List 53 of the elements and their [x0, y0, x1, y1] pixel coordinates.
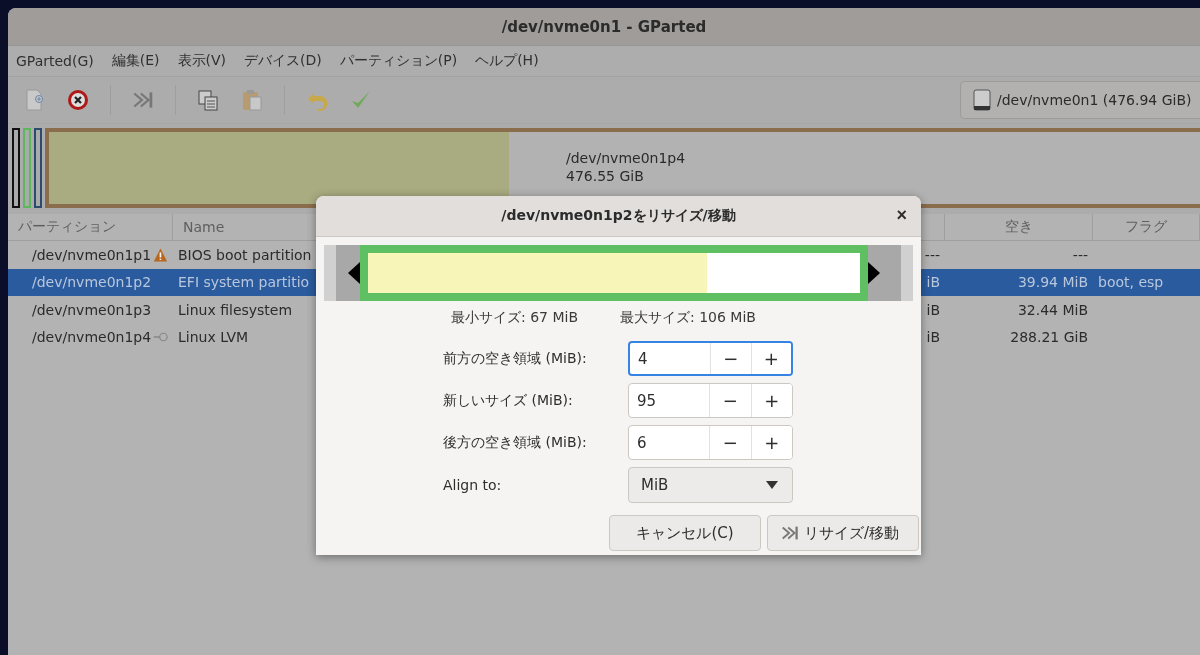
warning-icon — [153, 246, 168, 263]
table-cell: 39.94 MiB — [1017, 274, 1088, 291]
increment-button[interactable]: + — [750, 343, 791, 374]
increment-button[interactable]: + — [750, 426, 792, 459]
resize-move-button[interactable]: リサイズ/移動 — [767, 515, 919, 551]
copy-icon[interactable] — [196, 88, 220, 112]
table-cell: iB — [926, 301, 940, 318]
partition-block[interactable] — [12, 128, 20, 208]
table-cell: Linux filesystem — [178, 301, 293, 318]
menu-item[interactable]: デバイス(D) — [244, 52, 322, 70]
table-cell: BIOS boot partition — [178, 246, 312, 263]
table-cell: /dev/nvme0n1p3 — [32, 301, 152, 318]
table-cell: --- — [924, 246, 940, 263]
table-cell: /dev/nvme0n1p1 — [32, 246, 152, 263]
menu-item[interactable]: GParted(G) — [16, 53, 94, 69]
dialog-title: /dev/nvme0n1p2をリサイズ/移動 — [501, 207, 736, 225]
table-cell: /dev/nvme0n1p4 — [32, 329, 152, 346]
paste-icon[interactable] — [240, 88, 264, 112]
partition-block[interactable] — [34, 128, 42, 208]
spin-field[interactable]: 6 − + — [628, 425, 793, 460]
table-cell: EFI system partitio — [178, 274, 310, 291]
spin-field[interactable]: 95 − + — [628, 383, 793, 418]
number-field[interactable]: 95 — [629, 384, 709, 417]
spin-field[interactable]: 4 − + — [628, 341, 793, 376]
menu-item[interactable]: 編集(E) — [111, 52, 160, 70]
table-cell: boot, esp — [1098, 274, 1164, 291]
delete-icon[interactable] — [66, 88, 90, 112]
table-cell: /dev/nvme0n1p2 — [32, 274, 152, 291]
close-button[interactable]: × — [896, 205, 907, 226]
cancel-button[interactable]: キャンセル(C) — [609, 515, 761, 551]
menu-item[interactable]: 表示(V) — [177, 52, 227, 70]
partition-block[interactable]: /dev/nvme0n1p4 476.55 GiB — [45, 128, 1200, 208]
partition-name: /dev/nvme0n1p4 — [566, 150, 686, 166]
menu-item[interactable]: パーティション(P) — [339, 52, 458, 70]
device-selector[interactable]: /dev/nvme0n1 (476.94 GiB) — [960, 81, 1200, 119]
menu-item[interactable]: ヘルプ(H) — [475, 52, 539, 70]
table-row[interactable]: /dev/nvme0n1p1 BIOS boot partition --- --- — [8, 241, 1200, 269]
dropdown-arrow-icon — [766, 481, 778, 489]
partition-size: 476.55 GiB — [566, 168, 645, 184]
increment-button[interactable]: + — [750, 384, 792, 417]
align-dropdown[interactable]: MiB — [628, 467, 793, 503]
table-cell: Linux LVM — [178, 329, 249, 346]
window-title: /dev/nvme0n1 - GParted — [8, 8, 1200, 46]
table-cell: 32.44 MiB — [1017, 301, 1088, 318]
field-label: 前方の空き領域 (MiB): — [442, 349, 588, 368]
field-label: 新しいサイズ (MiB): — [442, 391, 574, 410]
number-field[interactable]: 6 — [629, 426, 709, 459]
table-cell: iB — [926, 329, 940, 346]
table-cell: 288.21 GiB — [1010, 329, 1088, 346]
field-label: Align to: — [442, 477, 503, 493]
field-label: 後方の空き領域 (MiB): — [442, 433, 588, 452]
table-cell: --- — [1072, 246, 1088, 263]
table-cell: iB — [926, 274, 940, 291]
